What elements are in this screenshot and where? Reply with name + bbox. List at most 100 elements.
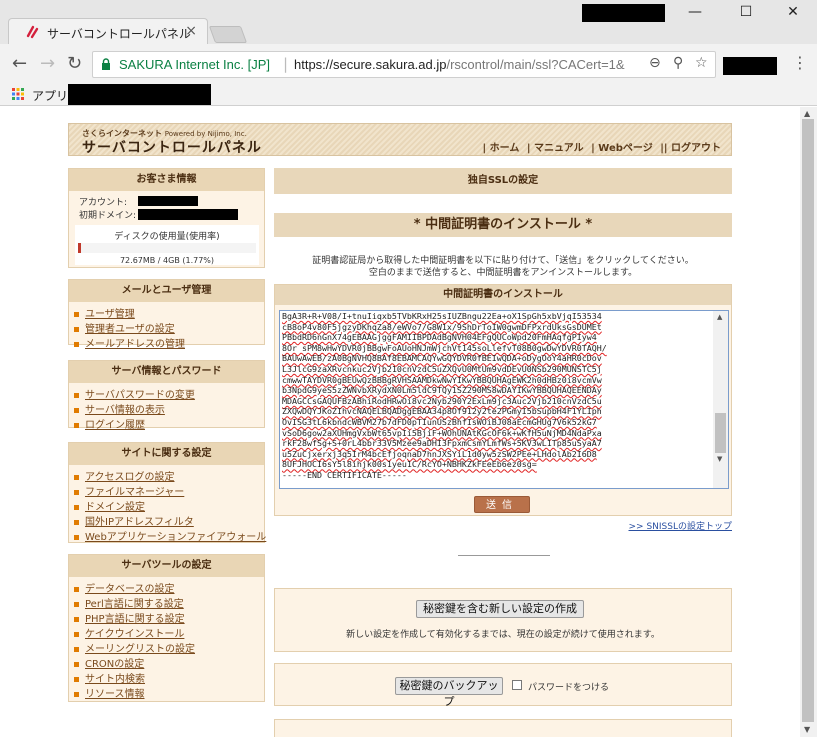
site-identity: SAKURA Internet Inc. [JP] [119,57,271,72]
browser-toolbar: ← → ↻ SAKURA Internet Inc. [JP] | https:… [0,44,817,84]
certificate-line: BAUwAwEB/zA0BgNVHQ8BAf8EBAMCAQYwGQYDVR0f… [282,353,602,364]
password-checkbox[interactable] [512,680,522,690]
section-title: * 中間証明書のインストール * [274,213,732,237]
page-scrollbar[interactable]: ▲ ▼ [800,107,817,737]
certificate-line: BgA3R+R+V08/I+tnuIiqxb5TVbKRxH25sIUZBngu… [282,311,602,321]
sidebar-item-mail-address[interactable]: メールアドレスの管理 [74,335,185,350]
certificate-textarea[interactable]: BgA3R+R+V08/I+tnuIiqxb5TVbKRxH25sIUZBngu… [279,310,729,489]
reload-icon[interactable]: ↻ [67,53,82,74]
next-section-box [274,719,732,737]
bookmarks-bar: アプリ [0,84,817,106]
sidebar-item-server-password[interactable]: サーバパスワードの変更 [74,386,195,401]
page-viewport: さくらインターネット Powered by Nijimo, Inc. サーバコン… [0,107,800,737]
sidebar-item-database[interactable]: データベースの設定 [74,580,175,595]
redacted-domain [138,209,238,220]
certificate-form: 中間証明書のインストール BgA3R+R+V08/I+tnuIiqxb5TVbK… [274,284,732,516]
certificate-line: 8Or sPM8wHwYDVR0jBBgwFoAUoHNJmWjchVt145s… [282,342,607,353]
certificate-line: ZXQwDQYJKoZIhvcNAQELBQADggEBAA34p8Of912y… [282,406,602,417]
url-host: https://secure.sakura.ad.jp [294,57,447,72]
browser-menu-icon[interactable]: ⋮ [792,53,808,72]
window-close-button[interactable]: ✕ [770,4,816,20]
sidebar-item-user-management[interactable]: ユーザ管理 [74,305,135,320]
submit-button[interactable]: 送信 [474,496,530,513]
back-arrow-icon[interactable]: ← [12,53,27,74]
sidebar-item-server-info[interactable]: サーバ情報の表示 [74,401,165,416]
disk-usage-bar [78,243,256,253]
sidebar-item-waf[interactable]: Webアプリケーションファイアウォール [74,528,266,543]
sni-ssl-top-link[interactable]: >> SNISSLの設定トップ [629,519,732,532]
certificate-line: -----END CERTIFICATE----- [282,469,407,480]
url-separator: | [283,55,289,73]
section-divider [458,555,550,556]
backup-key-button[interactable]: 秘密鍵のバックアップ [395,677,503,708]
sidebar-item-site-search[interactable]: サイト内検索 [74,670,145,685]
domain-label: 初期ドメイン: [79,211,137,221]
customer-info-box: お客さま情報 アカウント: 初期ドメイン: ディスクの使用量(使用率) 72.6… [68,168,265,268]
forward-arrow-icon[interactable]: → [40,53,55,74]
sidebar-item-access-log[interactable]: アクセスログの設定 [74,468,175,483]
site-settings-heading: サイトに関する設定 [69,443,264,465]
disk-usage-value: 72.67MB / 4GB (1.77%) [119,256,215,265]
sidebar-item-ip-filter[interactable]: 国外IPアドレスフィルタ [74,513,194,528]
site-settings-box: サイトに関する設定 アクセスログの設定 ファイルマネージャー ドメイン設定 国外… [68,442,266,543]
apps-label[interactable]: アプリ [32,87,68,104]
create-new-key-button[interactable]: 秘密鍵を含む新しい設定の作成 [416,600,584,618]
sidebar-item-perl[interactable]: Perl言語に関する設定 [74,595,184,610]
textarea-scroll-thumb[interactable] [715,413,726,453]
scroll-up-icon[interactable]: ▲ [717,313,722,321]
tab-close-icon[interactable]: × [185,23,197,39]
certificate-line: PBbdRD6nGnX74gEBAAGjggFAMIIBPDAdBgNVH04E… [282,332,597,343]
sidebar-item-quick-install[interactable]: ケイクウインストール [74,625,184,640]
logo-title: サーバコントロールパネル [82,140,262,156]
sidebar-item-file-manager[interactable]: ファイルマネージャー [74,483,184,498]
certificate-line: vSoD6gow2aXUHmgVxbWt65vpIi5BjiF+WOhUNAtK… [282,427,602,438]
control-panel-header: さくらインターネット Powered by Nijimo, Inc. サーバコン… [68,123,732,156]
maximize-button[interactable]: ☐ [723,4,769,20]
textarea-scrollbar[interactable]: ▲ ▼ [713,311,728,488]
pin-icon[interactable]: ⚲ [673,55,683,71]
window-titlebar: サーバコントロールパネル × — ☐ ✕ [0,0,817,45]
new-key-box: 秘密鍵を含む新しい設定の作成 新しい設定を作成して有効化するまでは、現在の設定が… [274,588,732,652]
redacted-profile [582,4,665,22]
description-line-2: 空白のままで送信すると、中間証明書をアンインストールします。 [368,268,638,278]
sidebar-item-mailing-list[interactable]: メーリングリストの設定 [74,640,195,655]
sidebar-item-admin-user[interactable]: 管理者ユーザの設定 [74,320,175,335]
scroll-down-icon[interactable]: ▼ [717,455,722,463]
address-bar[interactable]: SAKURA Internet Inc. [JP] | https://secu… [92,51,716,78]
server-info-box: サーバ情報とパスワード サーバパスワードの変更 サーバ情報の表示 ログイン履歴 [68,360,265,431]
page-scroll-down-icon[interactable]: ▼ [804,725,810,734]
apps-grid-icon[interactable] [12,88,24,100]
certificate-form-heading: 中間証明書のインストール [275,285,731,305]
url-text[interactable]: https://secure.sakura.ad.jp/rscontrol/ma… [294,57,639,72]
disk-usage-panel: ディスクの使用量(使用率) 72.67MB / 4GB (1.77%) [75,225,259,265]
sidebar-item-cron[interactable]: CRONの設定 [74,655,144,670]
new-tab-button[interactable] [208,26,248,43]
zoom-icon[interactable]: ⊖ [649,55,661,71]
nav-logout[interactable]: || ログアウト [660,143,721,154]
sidebar-item-login-history[interactable]: ログイン履歴 [74,416,145,431]
nav-webpage[interactable]: | Webページ [591,143,653,154]
nav-home[interactable]: | ホーム [483,143,520,154]
sidebar-item-resource-info[interactable]: リソース情報 [74,685,145,700]
certificate-line: 8UFJHOCI6sY5l8ihjk00s1yeu1C/RcYO+NBHKZkF… [282,459,537,470]
create-key-note: 新しい設定を作成して有効化するまでは、現在の設定が続けて使用されます。 [346,630,660,640]
browser-tab[interactable]: サーバコントロールパネル × [8,18,208,45]
bookmark-star-icon[interactable]: ☆ [695,55,708,71]
certificate-line: cmwwTAYDVR0gBEUwQzBBBgRVHSAAMDkwNwYIKwYB… [282,374,602,385]
sidebar-item-php[interactable]: PHP言語に関する設定 [74,610,185,625]
page-scroll-up-icon[interactable]: ▲ [804,109,810,118]
minimize-button[interactable]: — [672,4,718,20]
certificate-line: u5ZuCjxerxj3q5IrM4bcEfjoqnaD7hnJXSYiL1d0… [282,448,597,459]
certificate-line: rkF28wfSg+S+0rL4bbr33V5Mzee9aDHI3FpxmCsm… [282,438,602,449]
lock-icon [102,58,110,70]
certificate-line: L3JlcG9zaXRvcnkuc2Vjb210cnVzdC5uZXQvU0Mt… [282,363,602,374]
page-heading: 独自SSLの設定 [274,168,732,194]
server-tools-heading: サーバツールの設定 [69,555,264,577]
top-nav: | ホーム | マニュアル | Webページ || ログアウト [479,139,722,154]
page-scroll-thumb[interactable] [802,119,814,722]
nav-manual[interactable]: | マニュアル [527,143,584,154]
certificate-line: MDAGCCsGAQUFBzABhiRodHRwOi8vc2Nyb290Y2Ex… [282,395,602,406]
backup-key-box: 秘密鍵のバックアップ パスワードをつける [274,663,732,708]
sidebar-item-domain[interactable]: ドメイン設定 [74,498,145,513]
account-label: アカウント: [79,198,128,208]
